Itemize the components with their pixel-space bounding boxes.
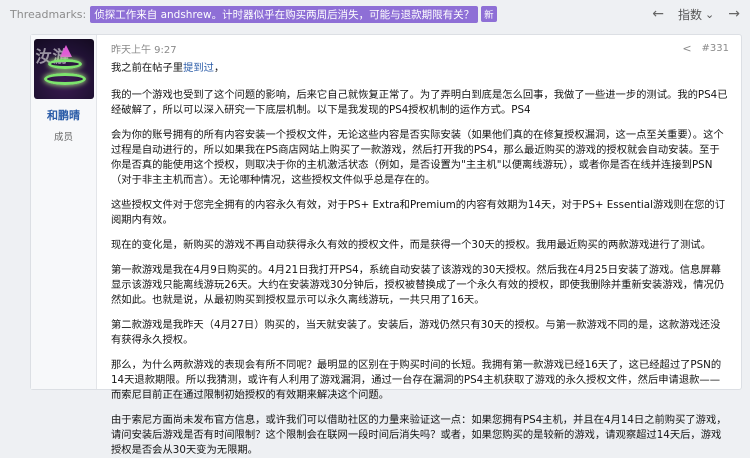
paragraph-6: 第二款游戏是我昨天（4月27日）购买的，当天就安装了。安装后，游戏仍然只有30天…	[111, 319, 721, 346]
new-badge: 新	[481, 6, 497, 22]
threadmark-title-link[interactable]: 侦探工作来自 andshrew。计时器似乎在购买两周后消失，可能与退款期限有关？	[90, 5, 479, 23]
paragraph-4: 现在的变化是，新购买的游戏不再自动获得永久有效的授权文件，而是获得一个30天的授…	[111, 239, 712, 251]
post-timestamp[interactable]: 昨天上午 9:27	[111, 41, 177, 56]
paragraph-1: 我的一个游戏也受到了这个问题的影响，后来它自己就恢复正常了。为了弄明白到底是怎么…	[111, 89, 728, 116]
intro-prefix: 我之前在帖子里	[111, 62, 184, 74]
next-arrow-icon[interactable]: →	[728, 6, 740, 22]
post-meta: 昨天上午 9:27 < #331	[111, 41, 729, 56]
user-panel: 汝游 和鹏晴 成员	[31, 35, 97, 389]
threadmark-nav: ← 指数 ⌄ →	[652, 6, 740, 23]
threadmarks-label: Threadmarks:	[10, 7, 87, 21]
paragraph-8: 由于索尼方面尚未发布官方信息，或许我们可以借助社区的力量来验证这一点：如果您拥有…	[111, 414, 727, 456]
paragraph-2: 会为你的账号拥有的所有内容安装一个授权文件，无论这些内容是否实际安装（如果他们真…	[111, 129, 724, 186]
index-label: 指数	[678, 7, 703, 22]
username-link[interactable]: 和鹏晴	[47, 107, 80, 123]
post-number[interactable]: #331	[702, 43, 729, 54]
intro-line: 我之前在帖子里提到过，	[111, 61, 729, 76]
paragraph-5: 第一款游戏是我在4月9日购买的。4月21日我打开PS4，系统自动安装了该游戏的3…	[111, 264, 725, 306]
avatar[interactable]: 汝游	[33, 39, 94, 99]
chevron-down-icon: ⌄	[705, 7, 715, 21]
prev-arrow-icon[interactable]: ←	[652, 6, 664, 22]
paragraph-3: 这些授权文件对于您完全拥有的内容永久有效，对于PS+ Extra和Premium…	[111, 199, 726, 226]
threadmarks-bar: Threadmarks: 侦探工作来自 andshrew。计时器似乎在购买两周后…	[0, 0, 750, 28]
paragraph-7: 那么，为什么两款游戏的表现会有所不同呢？最明显的区别在于购买时间的长短。我拥有第…	[111, 359, 722, 401]
user-role: 成员	[53, 132, 73, 143]
forum-post: 汝游 和鹏晴 成员 昨天上午 9:27 < #331 我之前在帖子里提到过， 我…	[30, 34, 742, 457]
post-body: 我之前在帖子里提到过， 我的一个游戏也受到了这个问题的影响，后来它自己就恢复正常…	[111, 61, 729, 458]
intro-suffix: ，	[213, 62, 225, 74]
index-button[interactable]: 指数 ⌄	[678, 6, 714, 23]
mentioned-link[interactable]: 提到过	[183, 62, 214, 74]
share-icon[interactable]: <	[682, 42, 691, 55]
post-content: 昨天上午 9:27 < #331 我之前在帖子里提到过， 我的一个游戏也受到了这…	[97, 35, 741, 457]
